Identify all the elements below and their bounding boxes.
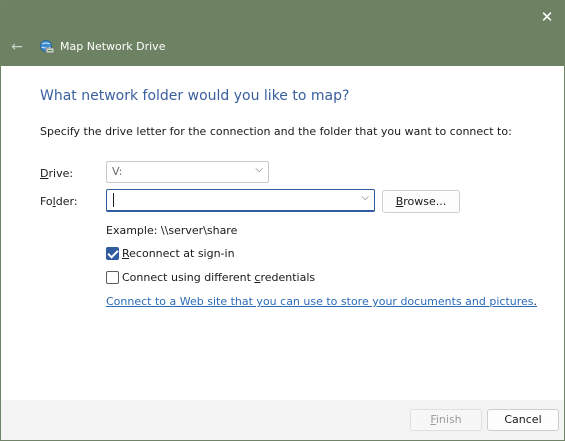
instruction-text: Specify the drive letter for the connect… [40, 125, 512, 138]
chevron-down-icon[interactable]: ⌵ [361, 192, 369, 203]
folder-input[interactable] [117, 192, 351, 210]
browse-label: rowse... [403, 195, 447, 208]
folder-label-text: der: [55, 195, 78, 208]
credentials-label: Connect using different credentials [122, 271, 315, 284]
chevron-down-icon: ⌵ [255, 164, 263, 175]
credentials-checkbox[interactable] [106, 271, 119, 284]
text-caret [113, 193, 114, 207]
reconnect-label: Reconnect at sign-in [122, 247, 235, 260]
web-site-link[interactable]: Connect to a Web site that you can use t… [106, 295, 537, 308]
window-title: Map Network Drive [60, 40, 166, 53]
drive-value: V: [112, 165, 123, 178]
credentials-label-text: redentials [260, 271, 316, 284]
title-bar: ✕ ← Map Network Drive [1, 1, 564, 66]
network-drive-icon [40, 40, 55, 54]
finish-button[interactable]: Finish [410, 409, 482, 431]
page-heading: What network folder would you like to ma… [40, 88, 350, 104]
web-site-link-period: . [533, 295, 538, 308]
example-text: Example: \\server\share [106, 224, 238, 237]
web-site-link-text[interactable]: Connect to a Web site that you can use t… [106, 295, 534, 308]
back-button[interactable]: ← [7, 37, 27, 57]
reconnect-label-text: econnect at sign-in [129, 247, 235, 260]
drive-label-text: rive: [48, 167, 74, 180]
credentials-label-pre: Connect using different [122, 271, 255, 284]
cancel-button[interactable]: Cancel [487, 409, 559, 431]
back-arrow-icon: ← [11, 39, 23, 55]
close-button[interactable]: ✕ [530, 1, 564, 33]
folder-label: Folder: [40, 195, 78, 208]
browse-button[interactable]: Browse... [382, 190, 460, 213]
dialog-content: What network folder would you like to ma… [1, 66, 564, 400]
drive-select[interactable]: V: ⌵ [106, 161, 269, 183]
reconnect-checkbox[interactable] [106, 247, 119, 260]
finish-label: inish [435, 413, 462, 426]
dialog-footer: Finish Cancel [1, 400, 564, 440]
close-icon: ✕ [540, 8, 554, 26]
drive-label: Drive: [40, 167, 73, 180]
folder-combobox[interactable]: ⌵ [106, 189, 375, 212]
folder-label-pre: Fo [40, 195, 53, 208]
map-network-drive-window: ✕ ← Map Network Drive What network folde… [0, 0, 565, 441]
